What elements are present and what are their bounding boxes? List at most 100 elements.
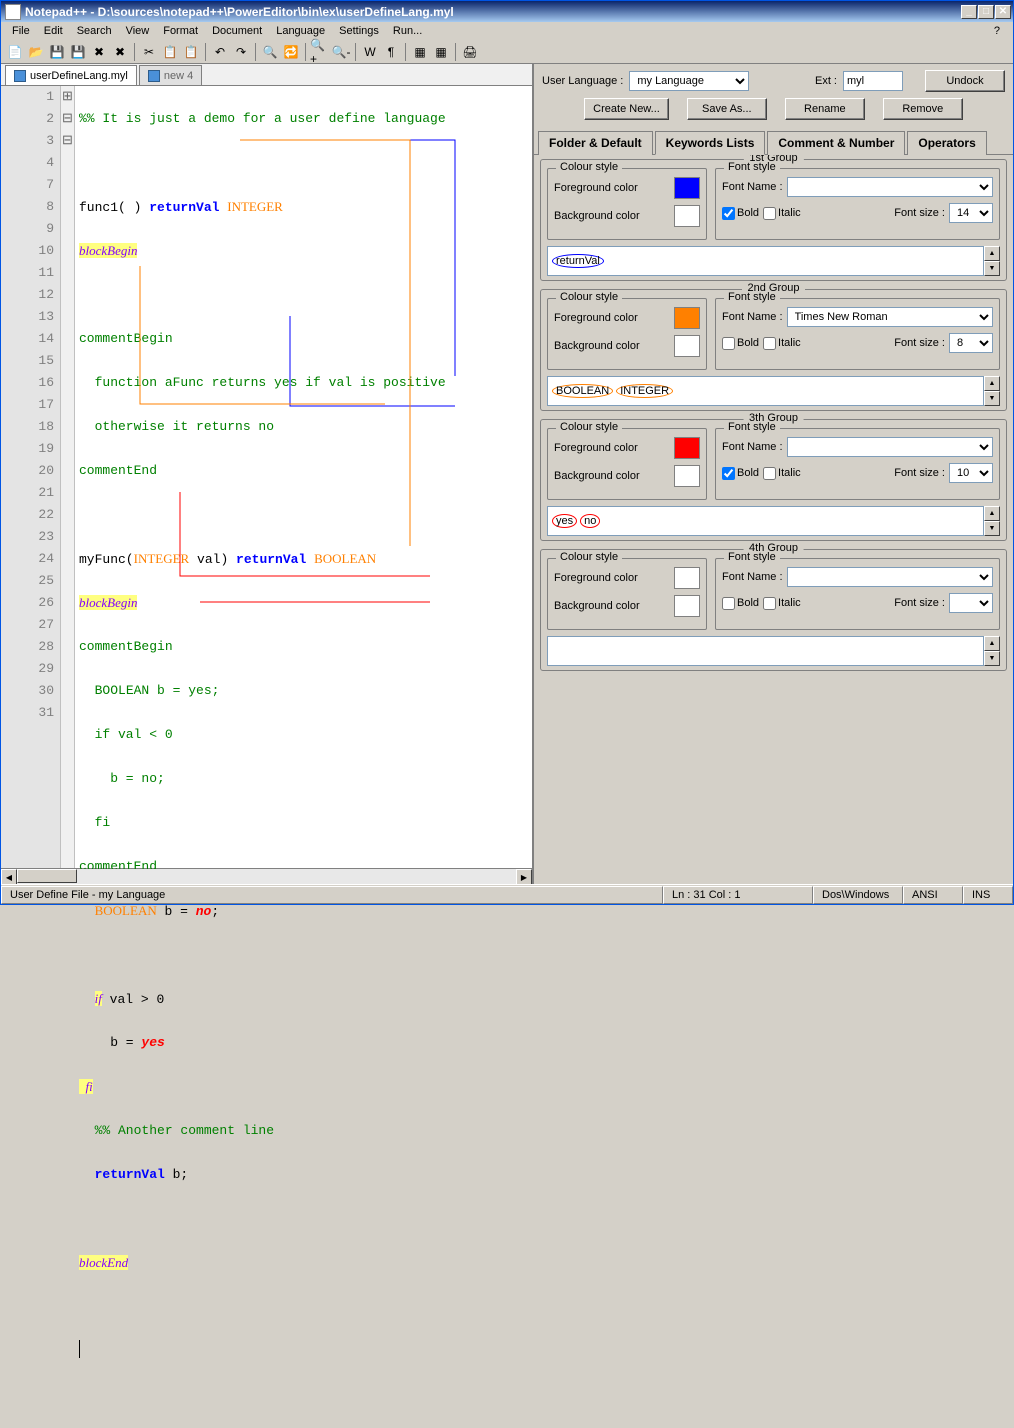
bg-color-swatch[interactable] (674, 205, 700, 227)
keywords-input[interactable]: BOOLEANINTEGER (547, 376, 984, 406)
scroll-up-icon[interactable]: ▲ (984, 246, 1000, 261)
indent-icon[interactable]: ▦ (410, 42, 430, 62)
code-text: %% It is just a demo for a user define l… (79, 111, 446, 126)
print-icon[interactable]: 🖨 (460, 42, 480, 62)
scroll-track[interactable] (17, 869, 516, 884)
copy-icon[interactable]: 📋 (160, 42, 180, 62)
paste-icon[interactable]: 📋 (181, 42, 201, 62)
open-icon[interactable]: 📂 (26, 42, 46, 62)
ext-input[interactable] (843, 71, 903, 91)
font-name-select[interactable] (787, 437, 993, 457)
separator (405, 43, 406, 61)
save-as-button[interactable]: Save As... (687, 98, 767, 120)
tab-new4[interactable]: new 4 (139, 65, 202, 85)
save-all-icon[interactable]: 💾 (68, 42, 88, 62)
find-icon[interactable]: 🔍 (260, 42, 280, 62)
font-name-select[interactable] (787, 177, 993, 197)
font-name-select[interactable] (787, 567, 993, 587)
tab-label: new 4 (164, 70, 193, 82)
panel-tabs: Folder & Default Keywords Lists Comment … (534, 130, 1013, 155)
tab-comment-number[interactable]: Comment & Number (767, 131, 905, 155)
fg-color-swatch[interactable] (674, 307, 700, 329)
italic-checkbox[interactable]: Italic (763, 207, 801, 220)
editor[interactable]: 1234789101112131415161718192021222324252… (1, 86, 532, 868)
main-area: userDefineLang.myl new 4 123478910111213… (1, 64, 1013, 884)
bold-checkbox[interactable]: Bold (722, 597, 759, 610)
userdef-icon[interactable]: ▦ (431, 42, 451, 62)
window-title: Notepad++ - D:\sources\notepad++\PowerEd… (25, 5, 961, 19)
fg-color-swatch[interactable] (674, 177, 700, 199)
undock-button[interactable]: Undock (925, 70, 1005, 92)
scroll-left-icon[interactable]: ◀ (1, 869, 17, 885)
font-size-select[interactable]: 14 (949, 203, 993, 223)
bg-color-swatch[interactable] (674, 595, 700, 617)
font-size-select[interactable]: 8 (949, 333, 993, 353)
scroll-thumb[interactable] (17, 869, 77, 883)
tab-folder-default[interactable]: Folder & Default (538, 131, 653, 155)
bold-checkbox[interactable]: Bold (722, 337, 759, 350)
colour-style-fieldset: Colour style Foreground color Background… (547, 168, 707, 240)
remove-button[interactable]: Remove (883, 98, 963, 120)
wrap-icon[interactable]: W (360, 42, 380, 62)
menu-help[interactable]: ? (987, 23, 1007, 39)
menu-run[interactable]: Run... (386, 23, 429, 39)
zoom-in-icon[interactable]: 🔍+ (310, 42, 330, 62)
rename-button[interactable]: Rename (785, 98, 865, 120)
font-size-select[interactable]: 10 (949, 463, 993, 483)
menu-document[interactable]: Document (205, 23, 269, 39)
menu-view[interactable]: View (119, 23, 157, 39)
tab-keywords-lists[interactable]: Keywords Lists (655, 131, 766, 155)
menu-format[interactable]: Format (156, 23, 205, 39)
close-button[interactable]: ✕ (995, 5, 1011, 19)
font-name-select[interactable]: Times New Roman (787, 307, 993, 327)
italic-checkbox[interactable]: Italic (763, 337, 801, 350)
fold-margin[interactable]: ⊞⊟⊟ (61, 86, 75, 868)
colour-style-fieldset: Colour style Foreground color Background… (547, 558, 707, 630)
scroll-up-icon[interactable]: ▲ (984, 636, 1000, 651)
scroll-down-icon[interactable]: ▼ (984, 261, 1000, 276)
cut-icon[interactable]: ✂ (139, 42, 159, 62)
keywords-input[interactable]: returnVal (547, 246, 984, 276)
zoom-out-icon[interactable]: 🔍- (331, 42, 351, 62)
scroll-down-icon[interactable]: ▼ (984, 391, 1000, 406)
menu-settings[interactable]: Settings (332, 23, 386, 39)
keywords-input-wrap: yesno ▲▼ (547, 506, 1000, 536)
bold-checkbox[interactable]: Bold (722, 207, 759, 220)
bg-color-swatch[interactable] (674, 335, 700, 357)
close-file-icon[interactable]: ✖ (89, 42, 109, 62)
keywords-input[interactable] (547, 636, 984, 666)
redo-icon[interactable]: ↷ (231, 42, 251, 62)
keywords-input-wrap: returnVal ▲▼ (547, 246, 1000, 276)
fg-color-swatch[interactable] (674, 437, 700, 459)
bg-color-swatch[interactable] (674, 465, 700, 487)
bold-checkbox[interactable]: Bold (722, 467, 759, 480)
close-all-icon[interactable]: ✖ (110, 42, 130, 62)
minimize-button[interactable]: _ (961, 5, 977, 19)
scroll-down-icon[interactable]: ▼ (984, 651, 1000, 666)
keywords-input[interactable]: yesno (547, 506, 984, 536)
create-new-button[interactable]: Create New... (584, 98, 669, 120)
menu-search[interactable]: Search (70, 23, 119, 39)
tab-operators[interactable]: Operators (907, 131, 986, 155)
horizontal-scrollbar[interactable]: ◀ ▶ (1, 868, 532, 884)
show-all-icon[interactable]: ¶ (381, 42, 401, 62)
user-language-select[interactable]: my Language (629, 71, 749, 91)
italic-checkbox[interactable]: Italic (763, 597, 801, 610)
scroll-up-icon[interactable]: ▲ (984, 376, 1000, 391)
scroll-up-icon[interactable]: ▲ (984, 506, 1000, 521)
font-size-select[interactable] (949, 593, 993, 613)
menu-edit[interactable]: Edit (37, 23, 70, 39)
menu-file[interactable]: File (5, 23, 37, 39)
italic-checkbox[interactable]: Italic (763, 467, 801, 480)
code-area[interactable]: %% It is just a demo for a user define l… (75, 86, 532, 868)
tab-userdefinelang[interactable]: userDefineLang.myl (5, 65, 137, 85)
separator (455, 43, 456, 61)
save-icon[interactable]: 💾 (47, 42, 67, 62)
fg-color-swatch[interactable] (674, 567, 700, 589)
fieldset-title: Colour style (556, 161, 622, 173)
undo-icon[interactable]: ↶ (210, 42, 230, 62)
scroll-down-icon[interactable]: ▼ (984, 521, 1000, 536)
replace-icon[interactable]: 🔁 (281, 42, 301, 62)
new-icon[interactable]: 📄 (5, 42, 25, 62)
maximize-button[interactable]: □ (978, 5, 994, 19)
